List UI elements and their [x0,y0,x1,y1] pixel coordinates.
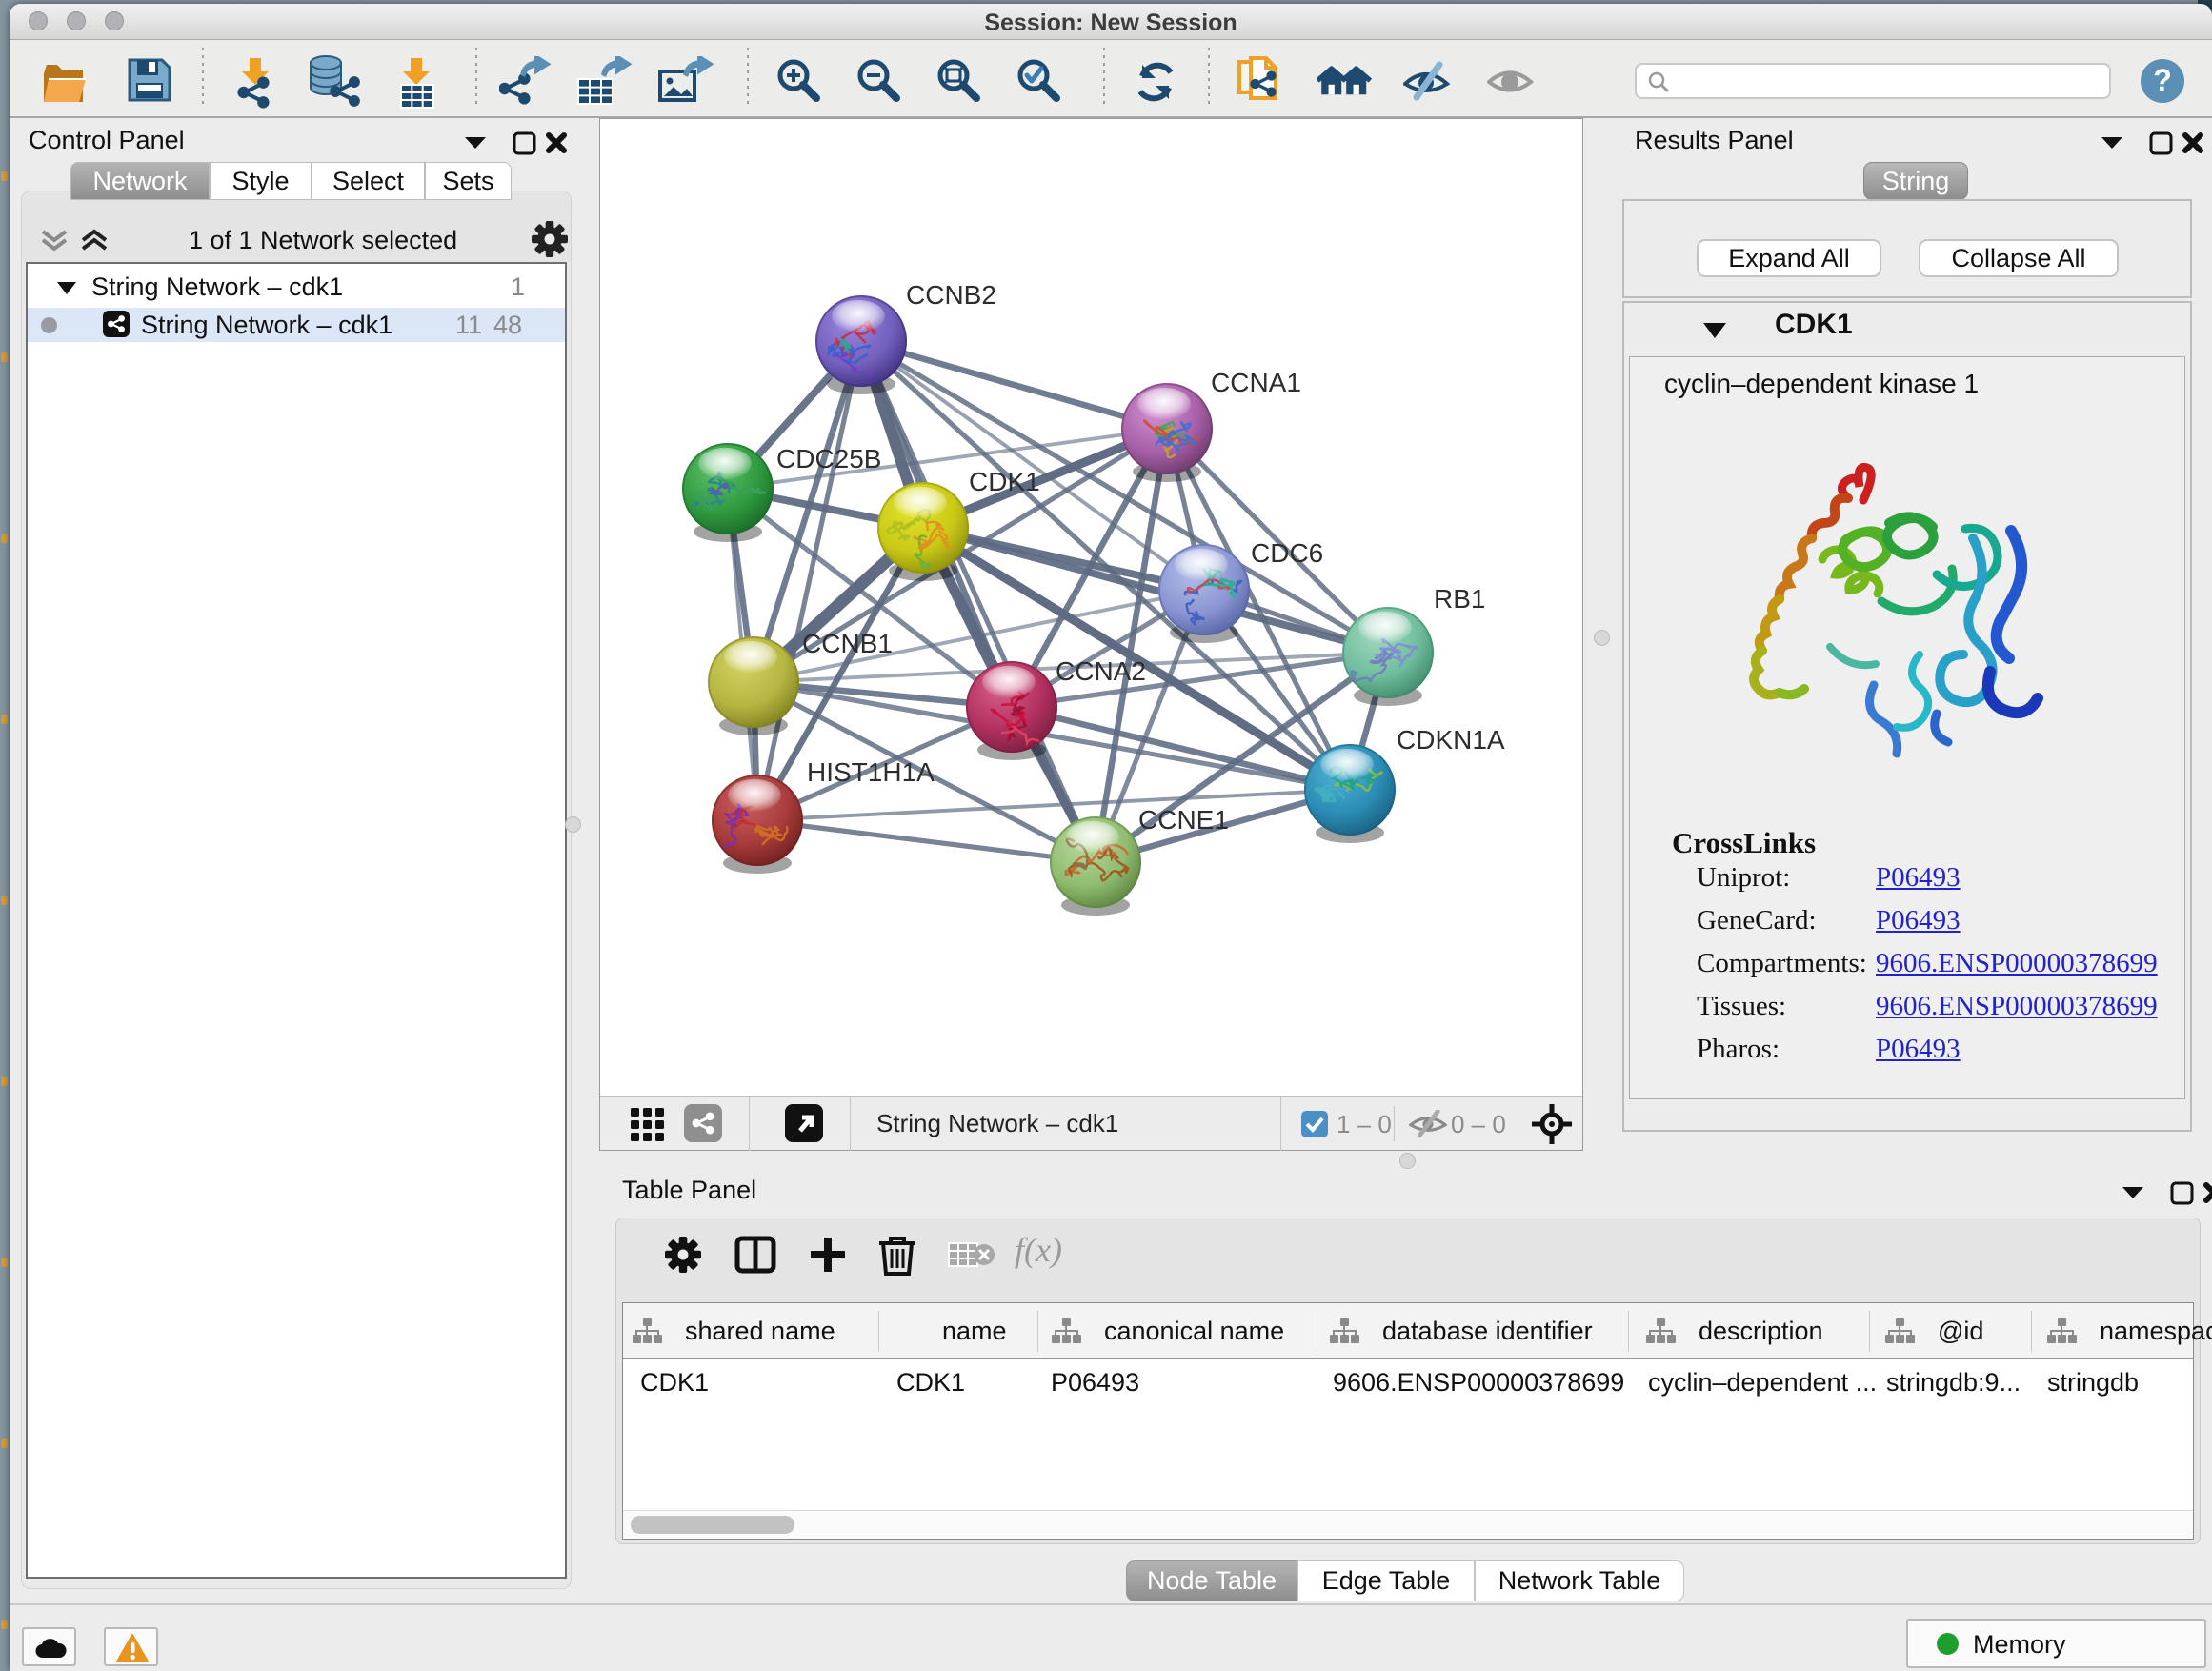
svg-text:CCNB1: CCNB1 [802,629,893,658]
svg-text:CCNA1: CCNA1 [1211,368,1301,397]
svg-text:HIST1H1A: HIST1H1A [807,757,935,787]
svg-text:CCNA2: CCNA2 [1056,656,1146,686]
svg-text:CCNB2: CCNB2 [906,280,996,310]
svg-text:CDKN1A: CDKN1A [1397,725,1505,755]
svg-text:CCNE1: CCNE1 [1138,805,1229,835]
svg-text:CDC6: CDC6 [1251,538,1323,568]
svg-text:CDK1: CDK1 [969,467,1040,496]
svg-text:RB1: RB1 [1434,584,1485,614]
svg-text:?: ? [2153,63,2172,97]
svg-text:CDC25B: CDC25B [776,444,881,473]
